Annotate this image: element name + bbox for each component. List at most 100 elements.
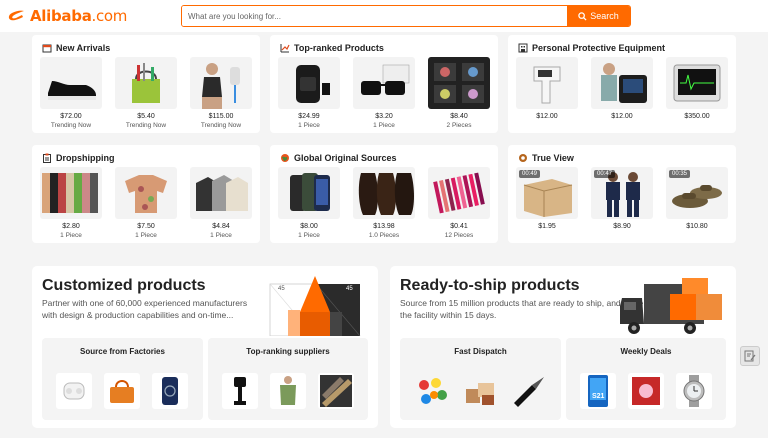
product-image-lipsticks xyxy=(428,167,490,219)
product-price: $0.41 xyxy=(450,223,468,230)
search-button[interactable]: Search xyxy=(567,6,630,26)
source-from-factories-card[interactable]: Source from Factories xyxy=(42,338,203,420)
product-subtext: 1.0 Pieces xyxy=(368,232,400,239)
product-tile[interactable]: $350.00 xyxy=(666,57,728,122)
box-icon xyxy=(42,43,52,53)
phone-model-text: S21 xyxy=(592,393,605,400)
product-tile[interactable]: $8.00 1 Piece xyxy=(278,167,340,239)
product-price: $2.80 xyxy=(62,223,80,230)
thumb-orange-handbag xyxy=(104,373,140,409)
clipboard-icon xyxy=(42,153,52,163)
product-image-fitness-model xyxy=(190,57,252,109)
card-new-arrivals[interactable]: New Arrivals $72.00 Trending Now $5.40 T… xyxy=(32,35,260,133)
panel-description: Partner with one of 60,000 experienced m… xyxy=(42,298,248,320)
illustration-label-left: 45 xyxy=(278,286,285,292)
product-subtext: Trending Now xyxy=(50,122,92,129)
eye-icon xyxy=(518,153,528,163)
product-price: $115.00 xyxy=(208,113,234,120)
subcard-title: Fast Dispatch xyxy=(454,347,507,356)
product-image-graphic-tees xyxy=(428,57,490,109)
thumb-tank-top xyxy=(270,373,306,409)
product-tile[interactable]: $24.99 1 Piece xyxy=(278,57,340,129)
card-title: Global Original Sources xyxy=(280,153,397,163)
card-title: Personal Protective Equipment xyxy=(518,43,665,53)
illustration-label-right: 45 xyxy=(346,286,353,292)
search-bar: Search xyxy=(181,5,631,27)
fast-dispatch-card[interactable]: Fast Dispatch xyxy=(400,338,561,420)
product-image-sunglasses xyxy=(353,57,415,109)
card-dropshipping[interactable]: Dropshipping $2.80 1 Piece $7.50 1 Piece… xyxy=(32,145,260,243)
product-subtext: 2 Pieces xyxy=(446,122,472,129)
product-tile[interactable]: $13.98 1.0 Pieces xyxy=(353,167,415,239)
product-price: $72.00 xyxy=(60,113,82,120)
building-icon xyxy=(518,43,528,53)
product-image-slides-sandals: 00:35 xyxy=(666,167,728,219)
card-title-text: Personal Protective Equipment xyxy=(532,43,666,53)
product-tile[interactable]: 00:35 $10.80 xyxy=(666,167,728,230)
product-price: $8.00 xyxy=(300,223,318,230)
top-ranking-suppliers-card[interactable]: Top-ranking suppliers xyxy=(208,338,368,420)
product-price: $10.80 xyxy=(686,223,708,230)
product-price: $4.84 xyxy=(212,223,230,230)
feedback-button[interactable] xyxy=(740,346,760,366)
product-tile[interactable]: $8.40 2 Pieces xyxy=(428,57,490,129)
search-input[interactable] xyxy=(182,6,567,26)
card-title: Top-ranked Products xyxy=(280,43,384,53)
product-price: $1.95 xyxy=(538,223,556,230)
card-top-ranked-products[interactable]: Top-ranked Products $24.99 1 Piece $3.20… xyxy=(270,35,498,133)
product-tile[interactable]: $4.84 1 Piece xyxy=(190,167,252,239)
thumb-phone-case xyxy=(152,373,188,409)
subcard-title: Source from Factories xyxy=(80,347,165,356)
customization-illustration: 45 45 xyxy=(268,272,368,337)
product-tile[interactable]: $5.40 Trending Now xyxy=(115,57,177,129)
weekly-deals-card[interactable]: Weekly Deals S21 xyxy=(566,338,726,420)
ready-to-ship-panel[interactable]: Ready-to-ship products Source from 15 mi… xyxy=(390,266,736,428)
product-price: $12.00 xyxy=(611,113,633,120)
product-image-smartphones xyxy=(278,167,340,219)
thumb-wristwatch xyxy=(676,373,712,409)
product-subtext: 1 Piece xyxy=(210,232,232,239)
alibaba-logo[interactable]: Alibaba .com xyxy=(8,6,127,26)
product-price: $8.90 xyxy=(613,223,631,230)
product-price: $7.50 xyxy=(137,223,155,230)
card-true-view[interactable]: True View 00:49 $1.95 00:47 $8.90 00:35 … xyxy=(508,145,736,243)
product-tile[interactable]: 00:47 $8.90 xyxy=(591,167,653,230)
product-tile[interactable]: $12.00 xyxy=(591,57,653,122)
thumb-product-box xyxy=(628,373,664,409)
panel-title: Ready-to-ship products xyxy=(400,277,580,294)
product-price: $5.40 xyxy=(137,113,155,120)
card-title: Dropshipping xyxy=(42,153,115,163)
product-subtext: 1 Piece xyxy=(135,232,157,239)
product-subtext: 1 Piece xyxy=(60,232,82,239)
product-tile[interactable]: $115.00 Trending Now xyxy=(190,57,252,129)
product-tile[interactable]: $2.80 1 Piece xyxy=(40,167,102,239)
product-tile[interactable]: $7.50 1 Piece xyxy=(115,167,177,239)
card-title-text: New Arrivals xyxy=(56,43,111,53)
product-tile[interactable]: $3.20 1 Piece xyxy=(353,57,415,129)
product-tile[interactable]: $0.41 12 Pieces xyxy=(428,167,490,239)
product-subtext: 1 Piece xyxy=(298,232,320,239)
card-personal-protective-equipment[interactable]: Personal Protective Equipment $12.00 $12… xyxy=(508,35,736,133)
product-image-sneaker xyxy=(40,57,102,109)
product-price: $8.40 xyxy=(450,113,468,120)
card-global-original-sources[interactable]: Global Original Sources $8.00 1 Piece $1… xyxy=(270,145,498,243)
logo-brand-text: Alibaba xyxy=(30,7,92,25)
product-tile[interactable]: $12.00 xyxy=(516,57,578,122)
product-tile[interactable]: 00:49 $1.95 xyxy=(516,167,578,230)
thumb-phone-s21: S21 xyxy=(580,373,616,409)
product-image-blood-pressure-monitor xyxy=(591,57,653,109)
product-image-thermometer xyxy=(516,57,578,109)
product-image-garden-tote xyxy=(115,57,177,109)
top-header: Alibaba.com Search xyxy=(0,0,768,32)
search-button-label: Search xyxy=(590,11,619,21)
product-image-hair-wigs xyxy=(353,167,415,219)
video-duration-badge: 00:47 xyxy=(594,170,616,178)
product-image-patient-monitor xyxy=(666,57,728,109)
product-tile[interactable]: $72.00 Trending Now xyxy=(40,57,102,129)
customized-products-panel[interactable]: Customized products Partner with one of … xyxy=(32,266,378,428)
panel-title: Customized products xyxy=(42,277,206,294)
trend-chart-icon xyxy=(280,43,290,53)
thumb-gift-boxes xyxy=(462,373,498,409)
thumb-fabric-swatches xyxy=(318,373,354,409)
panel-description: Source from 15 million products that are… xyxy=(400,298,644,320)
